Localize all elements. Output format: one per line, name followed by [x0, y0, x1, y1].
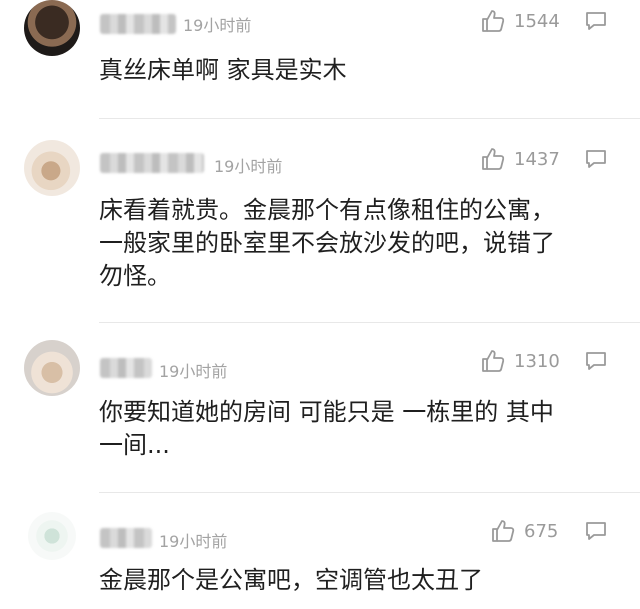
- speech-bubble-icon[interactable]: [584, 9, 608, 33]
- like-count: 1310: [514, 350, 560, 372]
- comment-text: 你要知道她的房间 可能只是 一栋里的 其中 一间...: [99, 398, 554, 459]
- comment-time: 19小时前: [183, 16, 252, 35]
- avatar[interactable]: [28, 512, 76, 560]
- thumbs-up-icon: [480, 348, 506, 374]
- speech-bubble-icon[interactable]: [584, 519, 608, 543]
- avatar[interactable]: [24, 340, 80, 396]
- divider: [99, 492, 640, 493]
- like-button[interactable]: 675: [490, 518, 558, 544]
- divider: [99, 118, 640, 119]
- username-blurred[interactable]: [100, 528, 152, 548]
- comment-text: 金晨那个是公寓吧，空调管也太丑了: [99, 566, 483, 594]
- username-blurred[interactable]: [100, 14, 176, 34]
- thumbs-up-icon: [490, 518, 516, 544]
- speech-bubble-icon[interactable]: [584, 147, 608, 171]
- comment-time: 19小时前: [214, 157, 283, 176]
- avatar[interactable]: [24, 140, 80, 196]
- like-button[interactable]: 1544: [480, 8, 560, 34]
- username-blurred[interactable]: [100, 358, 152, 378]
- like-button[interactable]: 1437: [480, 146, 560, 172]
- comment-text: 真丝床单啊 家具是实木: [99, 56, 347, 84]
- comment-time: 19小时前: [159, 532, 228, 551]
- username-blurred[interactable]: [100, 153, 204, 173]
- divider: [99, 322, 640, 323]
- thumbs-up-icon: [480, 146, 506, 172]
- like-button[interactable]: 1310: [480, 348, 560, 374]
- like-count: 1544: [514, 10, 560, 32]
- avatar[interactable]: [24, 0, 80, 56]
- thumbs-up-icon: [480, 8, 506, 34]
- comment-text: 床看着就贵。金晨那个有点像租住的公寓， 一般家里的卧室里不会放沙发的吧，说错了 …: [99, 196, 555, 290]
- like-count: 1437: [514, 148, 560, 170]
- like-count: 675: [524, 520, 559, 542]
- comment-time: 19小时前: [159, 362, 228, 381]
- comment-feed: 19小时前 1544 真丝床单啊 家具是实木 19小时前 1437 床看着就贵。…: [0, 0, 640, 609]
- speech-bubble-icon[interactable]: [584, 349, 608, 373]
